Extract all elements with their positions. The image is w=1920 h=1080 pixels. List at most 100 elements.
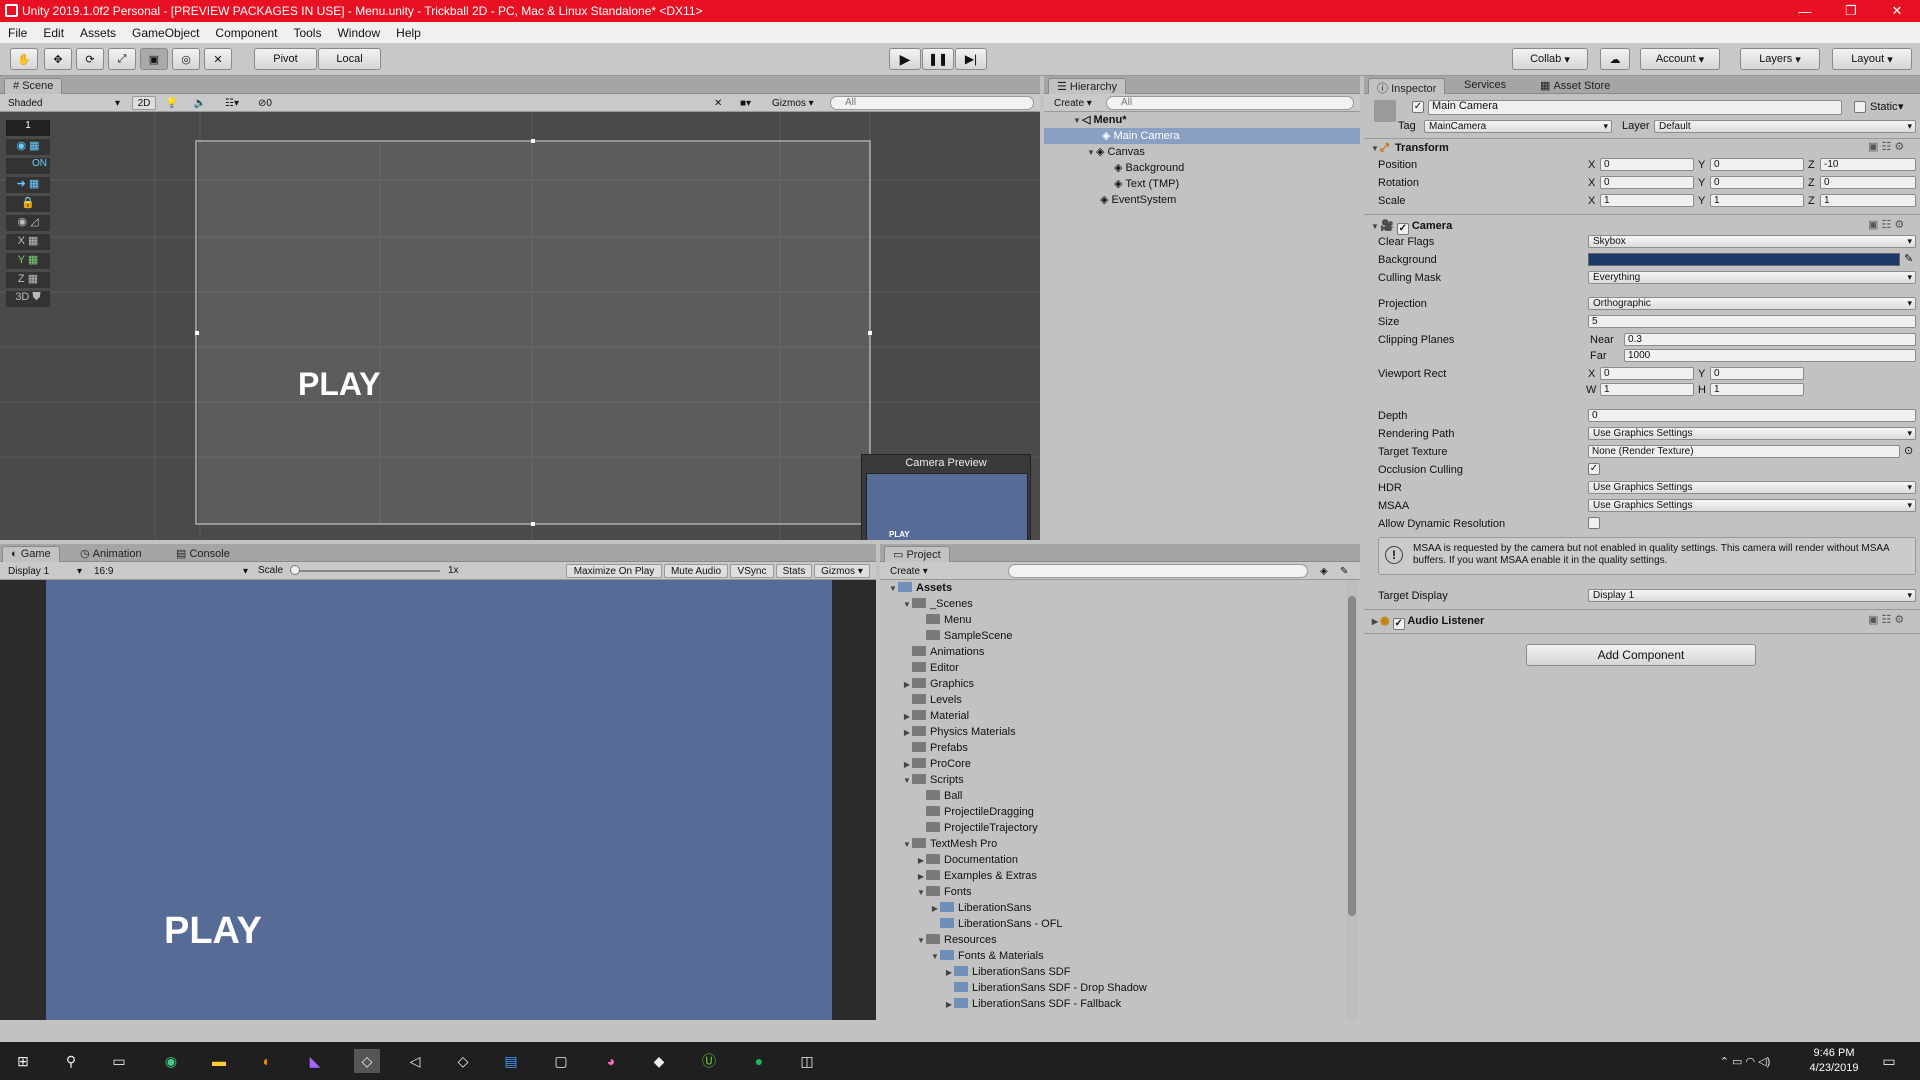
arrow-icon[interactable]: ➜ ▦ <box>6 177 50 193</box>
object-picker-icon[interactable]: ⊙ <box>1904 444 1913 457</box>
project-search-input[interactable] <box>1008 564 1308 578</box>
camera-header[interactable]: ▼🎥 ✓ Camera <box>1370 219 1452 235</box>
hierarchy-create-button[interactable]: Create ▾ <box>1050 96 1096 110</box>
trello-icon[interactable]: ▤ <box>498 1049 524 1073</box>
scene-view[interactable]: PLAY 1 ◉ ▦ ON ➜ ▦ 🔒 ◉ ◿ X ▦ Y ▦ Z ▦ 3D ⛊… <box>0 112 1040 540</box>
blender-icon[interactable]: ◐ <box>254 1049 280 1073</box>
hierarchy-item-eventsystem[interactable]: ◈ EventSystem <box>1100 192 1176 208</box>
hierarchy-item-text-tmp[interactable]: ◈ Text (TMP) <box>1114 176 1179 192</box>
hierarchy-item-main-camera[interactable]: ◈ Main Camera <box>1044 128 1360 144</box>
project-item[interactable]: ▶ Material <box>902 708 969 724</box>
game-icon[interactable]: ◆ <box>646 1049 672 1073</box>
audio-listener-header[interactable]: ▶ ◉ ✓ Audio Listener <box>1370 614 1484 630</box>
camera-icon[interactable]: ■▾ <box>736 96 762 110</box>
aspect-dropdown[interactable]: 16:9 ▾ <box>90 564 250 578</box>
project-item[interactable]: ▼ Assets <box>888 580 952 596</box>
tab-services[interactable]: Services <box>1456 78 1514 94</box>
mute-audio-toggle[interactable]: Mute Audio <box>664 564 728 578</box>
audio-icon[interactable]: 🔈 <box>190 96 210 110</box>
viewport-w-field[interactable]: 1 <box>1600 383 1694 396</box>
project-create-button[interactable]: Create ▾ <box>886 564 932 578</box>
expand-arrow-icon[interactable]: ▼ <box>888 581 898 597</box>
windows-start-icon[interactable]: ⊞ <box>10 1049 36 1073</box>
project-scrollbar[interactable] <box>1346 580 1358 1020</box>
step-button[interactable]: ▶| <box>955 48 987 70</box>
viewport-y-field[interactable]: 0 <box>1710 367 1804 380</box>
project-item[interactable]: ▶ Physics Materials <box>902 724 1016 740</box>
menu-help[interactable]: Help <box>388 26 429 40</box>
scale-slider[interactable] <box>290 570 440 572</box>
expand-arrow-icon[interactable]: ▼ <box>902 597 912 613</box>
play-button[interactable]: ▶ <box>889 48 921 70</box>
rendering-path-dropdown[interactable]: Use Graphics Settings <box>1588 427 1916 440</box>
size-field[interactable]: 5 <box>1588 315 1916 328</box>
expand-arrow-icon[interactable]: ▶ <box>944 965 954 981</box>
menu-gameobject[interactable]: GameObject <box>124 26 207 40</box>
project-item[interactable]: ▼ _Scenes <box>902 596 973 612</box>
near-field[interactable]: 0.3 <box>1624 333 1916 346</box>
project-item[interactable]: ProjectileDragging <box>916 804 1034 820</box>
move-tool-icon[interactable]: ✥ <box>44 48 72 70</box>
project-item[interactable]: ▶ Graphics <box>902 676 974 692</box>
account-dropdown[interactable]: Account ▾ <box>1640 48 1720 70</box>
menu-window[interactable]: Window <box>329 26 388 40</box>
2d-toggle[interactable]: 2D <box>132 96 156 110</box>
menu-file[interactable]: File <box>0 26 35 40</box>
project-item[interactable]: Menu <box>916 612 972 628</box>
camera-settings-icon[interactable]: ▣ ☷ ⚙ <box>1868 218 1916 231</box>
rotation-x-field[interactable]: 0 <box>1600 176 1694 189</box>
object-name-field[interactable]: Main Camera <box>1428 100 1842 115</box>
layout-dropdown[interactable]: Layout ▾ <box>1832 48 1912 70</box>
tab-animation[interactable]: ◷ Animation <box>72 546 150 562</box>
menu-tools[interactable]: Tools <box>285 26 329 40</box>
project-item[interactable]: ProjectileTrajectory <box>916 820 1038 836</box>
tab-asset-store[interactable]: ▦ Asset Store <box>1532 78 1618 94</box>
twitch-icon[interactable]: ▢ <box>548 1049 574 1073</box>
chrome-icon[interactable]: ◉ <box>158 1049 184 1073</box>
game-gizmos-dropdown[interactable]: Gizmos ▾ <box>814 564 870 578</box>
position-y-field[interactable]: 0 <box>1710 158 1804 171</box>
audio-listener-settings-icon[interactable]: ▣ ☷ ⚙ <box>1868 613 1916 626</box>
3d-toggle[interactable]: 3D ⛊ <box>6 291 50 307</box>
on-toggle[interactable]: ON <box>6 158 50 174</box>
project-item[interactable]: ▶ LiberationSans <box>930 900 1031 916</box>
scale-slider-handle[interactable] <box>290 565 300 575</box>
depth-field[interactable]: 0 <box>1588 409 1916 422</box>
target-texture-field[interactable]: None (Render Texture) <box>1588 445 1900 458</box>
y-axis-toggle[interactable]: Y ▦ <box>6 253 50 269</box>
static-checkbox[interactable] <box>1854 101 1866 113</box>
project-scrollbar-thumb[interactable] <box>1348 596 1356 916</box>
search-icon[interactable]: ⚲ <box>58 1049 84 1073</box>
background-color-swatch[interactable] <box>1588 253 1900 266</box>
cloud-icon[interactable]: ☁ <box>1600 48 1630 70</box>
rotate-tool-icon[interactable]: ⟳ <box>76 48 104 70</box>
visibility-icon[interactable]: ◉ ▦ <box>6 139 50 155</box>
close-button[interactable]: ✕ <box>1874 0 1920 22</box>
expand-arrow-icon[interactable]: ▶ <box>916 853 926 869</box>
expand-arrow-icon[interactable]: ▼ <box>930 949 940 965</box>
msaa-dropdown[interactable]: Use Graphics Settings <box>1588 499 1916 512</box>
menu-assets[interactable]: Assets <box>72 26 124 40</box>
occlusion-culling-checkbox[interactable]: ✓ <box>1588 463 1600 475</box>
paint-icon[interactable]: ◕ <box>598 1049 624 1073</box>
gizmos-dropdown[interactable]: Gizmos ▾ <box>768 96 822 110</box>
expand-arrow-icon[interactable]: ▶ <box>944 997 954 1013</box>
system-tray-icons[interactable]: ⌃ ▭ ◠ ◁) <box>1710 1049 1780 1073</box>
project-item[interactable]: ▶ LiberationSans SDF - Fallback <box>944 996 1121 1012</box>
project-item[interactable]: ▼ Resources <box>916 932 997 948</box>
vsync-toggle[interactable]: VSync <box>730 564 774 578</box>
expand-arrow-icon[interactable]: ▼ <box>902 837 912 853</box>
game-view[interactable]: PLAY <box>0 580 876 1020</box>
custom-tool-icon[interactable]: ✕ <box>204 48 232 70</box>
project-item[interactable]: LiberationSans SDF - Drop Shadow <box>944 980 1147 996</box>
expand-arrow-icon[interactable]: ▶ <box>902 757 912 773</box>
rotation-z-field[interactable]: 0 <box>1820 176 1916 189</box>
x-axis-toggle[interactable]: X ▦ <box>6 234 50 250</box>
scene-play-text[interactable]: PLAY <box>298 366 380 403</box>
rect-tool-icon[interactable]: ▣ <box>140 48 168 70</box>
hierarchy-item-canvas[interactable]: ▼◈ Canvas <box>1086 144 1145 160</box>
local-toggle[interactable]: Local <box>318 48 381 70</box>
pause-button[interactable]: ❚❚ <box>922 48 954 70</box>
active-checkbox[interactable]: ✓ <box>1412 101 1424 113</box>
pivot-toggle[interactable]: Pivot <box>254 48 317 70</box>
